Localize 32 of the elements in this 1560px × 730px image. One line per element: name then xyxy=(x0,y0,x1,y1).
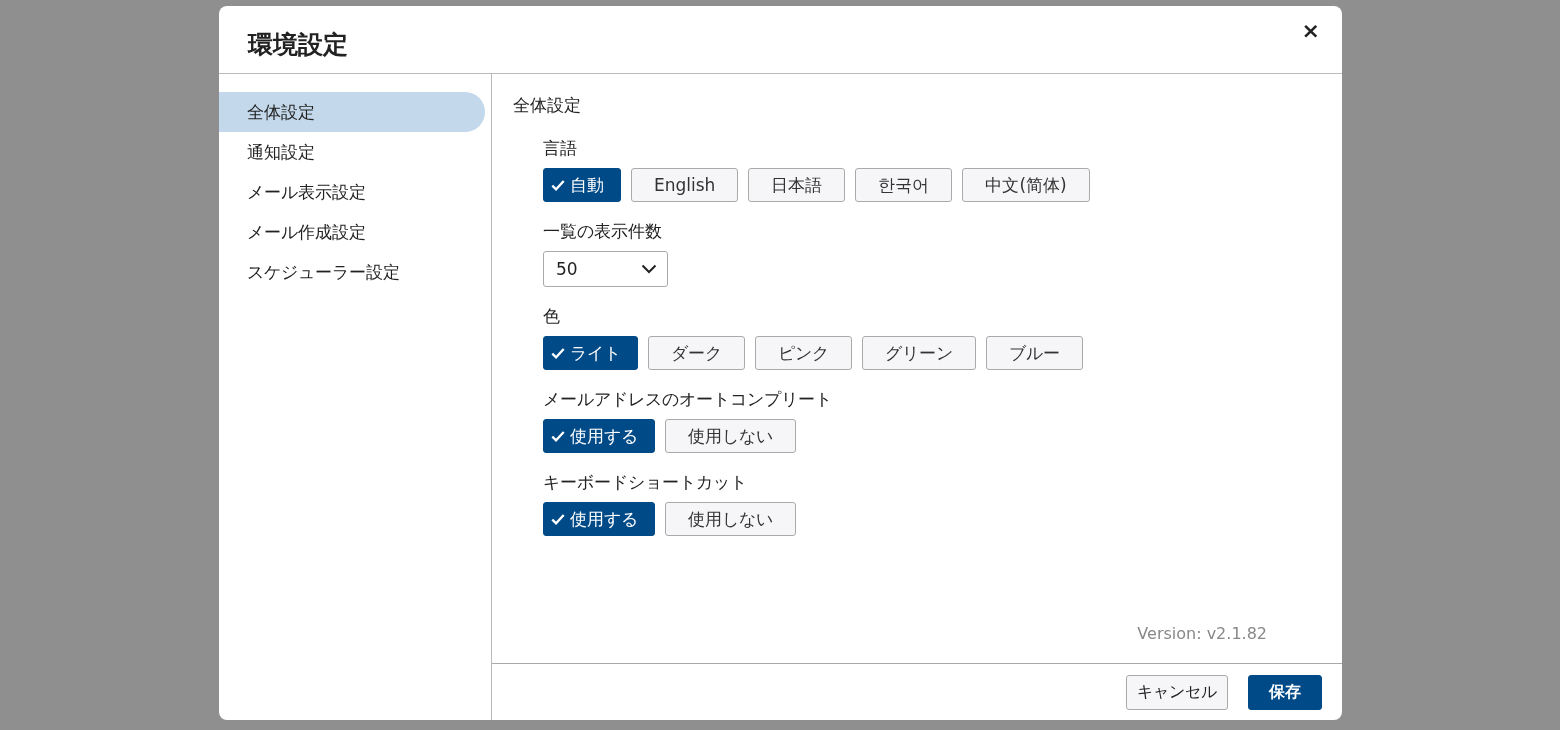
dialog-title: 環境設定 xyxy=(248,29,348,61)
option-button[interactable]: ダーク xyxy=(648,336,745,370)
setting-label: 一覧の表示件数 xyxy=(543,220,663,243)
option-button[interactable]: 使用する xyxy=(543,419,655,453)
dropdown-select[interactable]: 50 xyxy=(543,251,668,287)
close-button[interactable]: × xyxy=(1297,18,1324,43)
option-button[interactable]: 自動 xyxy=(543,168,621,202)
option-button[interactable]: 日本語 xyxy=(748,168,846,202)
setting-label: メールアドレスのオートコンプリート xyxy=(543,388,833,411)
option-button[interactable]: ライト xyxy=(543,336,638,370)
option-button[interactable]: ブルー xyxy=(986,336,1083,370)
cancel-button[interactable]: キャンセル xyxy=(1126,674,1228,710)
option-button[interactable]: 한국어 xyxy=(855,168,953,202)
sidebar-item[interactable]: 通知設定 xyxy=(219,132,485,172)
sidebar-item[interactable]: メール作成設定 xyxy=(219,212,485,252)
option-button[interactable]: 中文(简体) xyxy=(962,168,1090,202)
option-button[interactable]: ピンク xyxy=(755,336,852,370)
section-heading: 全体設定 xyxy=(513,94,582,117)
save-button[interactable]: 保存 xyxy=(1248,674,1322,710)
setting-label: キーボードショートカット xyxy=(543,471,748,494)
option-button[interactable]: 使用しない xyxy=(665,502,796,536)
option-button[interactable]: 使用する xyxy=(543,502,655,536)
setting-label: 色 xyxy=(543,305,561,328)
sidebar-item[interactable]: メール表示設定 xyxy=(219,172,485,212)
chevron-down-icon xyxy=(641,264,657,274)
setting-label: 言語 xyxy=(543,137,578,160)
sidebar-item[interactable]: スケジューラー設定 xyxy=(219,252,485,292)
sidebar-item[interactable]: 全体設定 xyxy=(219,92,485,132)
option-button[interactable]: English xyxy=(631,168,739,202)
option-button[interactable]: 使用しない xyxy=(665,419,796,453)
version-text: Version: v2.1.82 xyxy=(1137,624,1267,643)
option-button[interactable]: グリーン xyxy=(862,336,976,370)
